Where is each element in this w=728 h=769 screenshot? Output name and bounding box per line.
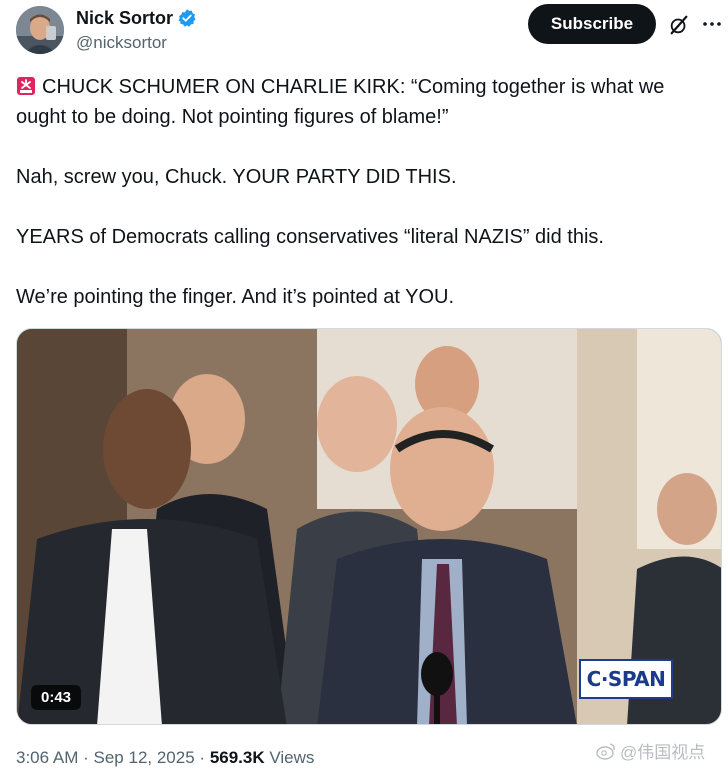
author-names: Nick Sortor @nicksortor — [76, 6, 197, 53]
author-avatar[interactable] — [16, 6, 64, 54]
tweet-line-3: YEARS of Democrats calling conservatives… — [16, 226, 604, 248]
watermark: @伟国视点 — [596, 738, 705, 763]
meta-separator-2: · — [199, 748, 206, 767]
views-count[interactable]: 569.3K — [210, 748, 265, 767]
author-display-name[interactable]: Nick Sortor — [76, 8, 173, 29]
meta-separator: · — [83, 748, 89, 767]
tweet-header: Nick Sortor @nicksortor Subscribe — [16, 4, 721, 56]
tweet-time[interactable]: 3:06 AM — [16, 748, 78, 767]
profile-photo — [16, 6, 64, 54]
watermark-text: @伟国视点 — [620, 743, 706, 762]
tweet-line-2: Nah, screw you, Chuck. YOUR PARTY DID TH… — [16, 166, 457, 188]
cspan-logo: C·SPAN — [579, 659, 673, 699]
tweet-date[interactable]: Sep 12, 2025 — [94, 748, 195, 767]
video-player[interactable]: 0:43 C·SPAN — [16, 328, 722, 725]
author-handle[interactable]: @nicksortor — [76, 33, 197, 53]
more-options-icon[interactable] — [700, 12, 724, 36]
grok-icon[interactable] — [668, 14, 690, 36]
tweet-line-4: We’re pointing the finger. And it’s poin… — [16, 286, 455, 308]
tweet-meta: 3:06 AM · Sep 12, 2025 · 569.3K Views — [16, 748, 314, 768]
verified-badge-icon — [177, 8, 197, 28]
subscribe-button[interactable]: Subscribe — [528, 4, 656, 44]
views-label: Views — [269, 748, 315, 767]
weibo-icon — [596, 742, 615, 760]
siren-icon — [16, 75, 36, 95]
tweet-line-1: CHUCK SCHUMER ON CHARLIE KIRK: “Coming t… — [16, 75, 665, 128]
video-duration: 0:43 — [31, 685, 82, 710]
tweet-text: CHUCK SCHUMER ON CHARLIE KIRK: “Coming t… — [16, 72, 716, 312]
